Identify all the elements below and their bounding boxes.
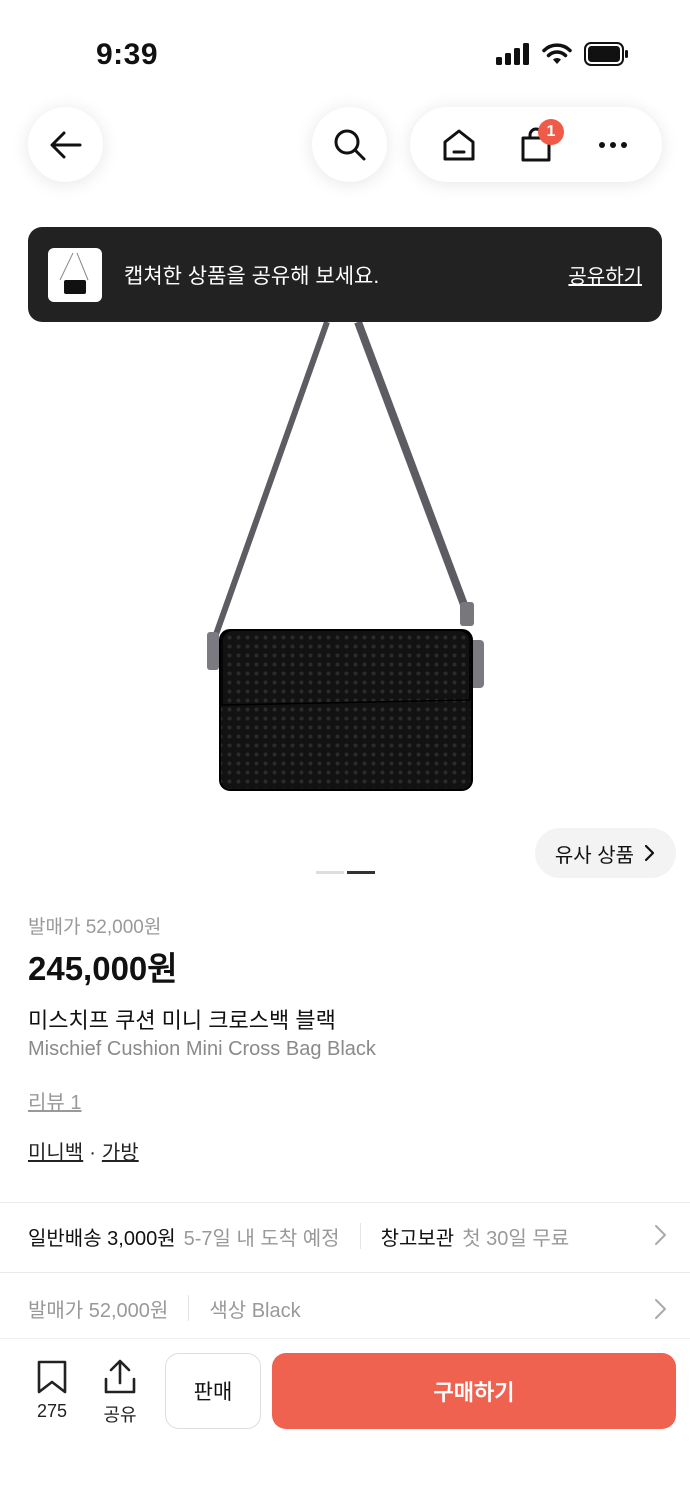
product-name-korean: 미스치프 쿠션 미니 크로스백 블랙 bbox=[28, 1008, 336, 1033]
release-price: 발매가 52,000원 bbox=[28, 917, 162, 938]
shipping-info-row[interactable]: 일반배송 3,000원 5-7일 내 도착 예정 창고보관 첫 30일 무료 bbox=[28, 1206, 668, 1266]
bag-thumbnail-image bbox=[59, 252, 89, 294]
status-time: 9:39 bbox=[96, 38, 159, 71]
similar-products-button[interactable]: 유사 상품 bbox=[535, 828, 676, 878]
vertical-separator bbox=[359, 1223, 361, 1249]
pager-dot-active bbox=[347, 871, 375, 874]
category-separator: · bbox=[89, 1142, 96, 1164]
current-price: 245,000원 bbox=[28, 950, 178, 987]
chevron-right-icon bbox=[644, 844, 655, 862]
pager-dot bbox=[316, 871, 344, 874]
standard-shipping-eta: 5-7일 내 도착 예정 bbox=[183, 1227, 340, 1250]
search-icon bbox=[334, 129, 365, 160]
category-link-bag[interactable]: 가방 bbox=[102, 1142, 139, 1164]
buy-button[interactable]: 구매하기 bbox=[272, 1353, 676, 1429]
toast-message: 캡쳐한 상품을 공유해 보세요. bbox=[124, 264, 380, 288]
back-button[interactable] bbox=[28, 107, 103, 182]
wishlist-count: 275 bbox=[36, 1401, 68, 1421]
status-bar: 9:39 bbox=[0, 0, 690, 100]
chevron-right-icon bbox=[655, 1225, 666, 1245]
arrow-left-icon bbox=[50, 131, 81, 158]
cellular-signal-icon bbox=[496, 43, 529, 65]
category-breadcrumb: 미니백 · 가방 bbox=[28, 1136, 139, 1165]
image-pager bbox=[316, 871, 375, 874]
more-horizontal-icon bbox=[599, 141, 628, 148]
toast-share-link[interactable]: 공유하기 bbox=[568, 260, 642, 289]
wishlist-button[interactable]: 275 bbox=[30, 1359, 74, 1422]
sell-button[interactable]: 판매 bbox=[165, 1353, 261, 1429]
cart-button[interactable]: 1 bbox=[506, 115, 566, 175]
bottom-action-bar: 275 공유 판매 구매하기 bbox=[0, 1338, 690, 1500]
product-name-english: Mischief Cushion Mini Cross Bag Black bbox=[28, 1038, 376, 1060]
review-link[interactable]: 리뷰 1 bbox=[28, 1086, 81, 1115]
bookmark-icon bbox=[37, 1360, 67, 1394]
share-button[interactable]: 공유 bbox=[100, 1359, 140, 1427]
standard-shipping-label: 일반배송 3,000원 bbox=[28, 1227, 176, 1250]
wifi-icon bbox=[542, 43, 572, 64]
battery-icon bbox=[584, 42, 628, 66]
similar-products-label: 유사 상품 bbox=[554, 844, 635, 867]
product-image[interactable] bbox=[0, 300, 690, 820]
home-icon bbox=[443, 129, 475, 160]
search-button[interactable] bbox=[312, 107, 387, 182]
option-release-price: 발매가 52,000원 bbox=[28, 1299, 169, 1322]
category-link-mini-bag[interactable]: 미니백 bbox=[28, 1142, 83, 1164]
toast-product-thumbnail bbox=[48, 247, 102, 302]
option-info-row[interactable]: 발매가 52,000원 색상 Black bbox=[28, 1280, 668, 1336]
divider bbox=[0, 1272, 690, 1273]
status-icons bbox=[496, 42, 630, 66]
more-button[interactable] bbox=[583, 115, 643, 175]
warehouse-storage-label: 창고보관 bbox=[380, 1227, 455, 1250]
vertical-separator bbox=[188, 1295, 190, 1321]
header-actions: 1 bbox=[410, 107, 662, 182]
divider bbox=[0, 1202, 690, 1203]
share-icon bbox=[104, 1359, 136, 1394]
chevron-right-icon bbox=[655, 1299, 666, 1319]
warehouse-storage-desc: 첫 30일 무료 bbox=[462, 1227, 570, 1250]
share-capture-toast: 캡쳐한 상품을 공유해 보세요. 공유하기 bbox=[28, 227, 662, 322]
share-label: 공유 bbox=[103, 1405, 137, 1425]
cart-count-badge: 1 bbox=[537, 118, 564, 145]
home-button[interactable] bbox=[429, 115, 489, 175]
option-color: 색상 Black bbox=[209, 1299, 301, 1322]
